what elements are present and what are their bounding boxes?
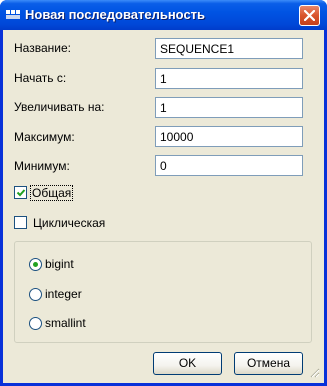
checkmark-icon	[16, 189, 26, 197]
resize-grip-icon[interactable]	[308, 366, 320, 378]
max-field[interactable]	[155, 126, 303, 147]
app-icon	[6, 9, 22, 21]
radio-smallint[interactable]	[29, 317, 42, 330]
name-label: Название:	[14, 41, 71, 55]
cyclic-checkbox[interactable]	[14, 216, 27, 229]
radio-selected-dot	[33, 262, 38, 267]
min-label: Минимум:	[14, 159, 70, 173]
increment-field[interactable]	[155, 97, 303, 118]
cyclic-label[interactable]: Циклическая	[33, 216, 105, 230]
radio-bigint-label[interactable]: bigint	[45, 257, 74, 271]
radio-integer-label[interactable]: integer	[45, 287, 82, 301]
increment-label: Увеличивать на:	[14, 100, 105, 114]
title-bar[interactable]: Новая последовательность	[0, 0, 327, 30]
ok-button[interactable]: OK	[153, 352, 222, 375]
max-label: Максимум:	[14, 130, 75, 144]
radio-integer[interactable]	[29, 288, 42, 301]
window-title: Новая последовательность	[25, 7, 206, 22]
min-field[interactable]	[155, 155, 303, 176]
close-icon	[304, 10, 315, 21]
shared-checkbox[interactable]	[14, 186, 27, 199]
start-field[interactable]	[155, 68, 303, 89]
cancel-button[interactable]: Отмена	[234, 352, 303, 375]
name-field[interactable]	[155, 38, 303, 59]
shared-label[interactable]: Общая	[30, 185, 74, 201]
close-button[interactable]	[299, 5, 320, 26]
radio-bigint[interactable]	[29, 258, 42, 271]
start-label: Начать с:	[14, 71, 67, 85]
radio-smallint-label[interactable]: smallint	[45, 316, 86, 330]
